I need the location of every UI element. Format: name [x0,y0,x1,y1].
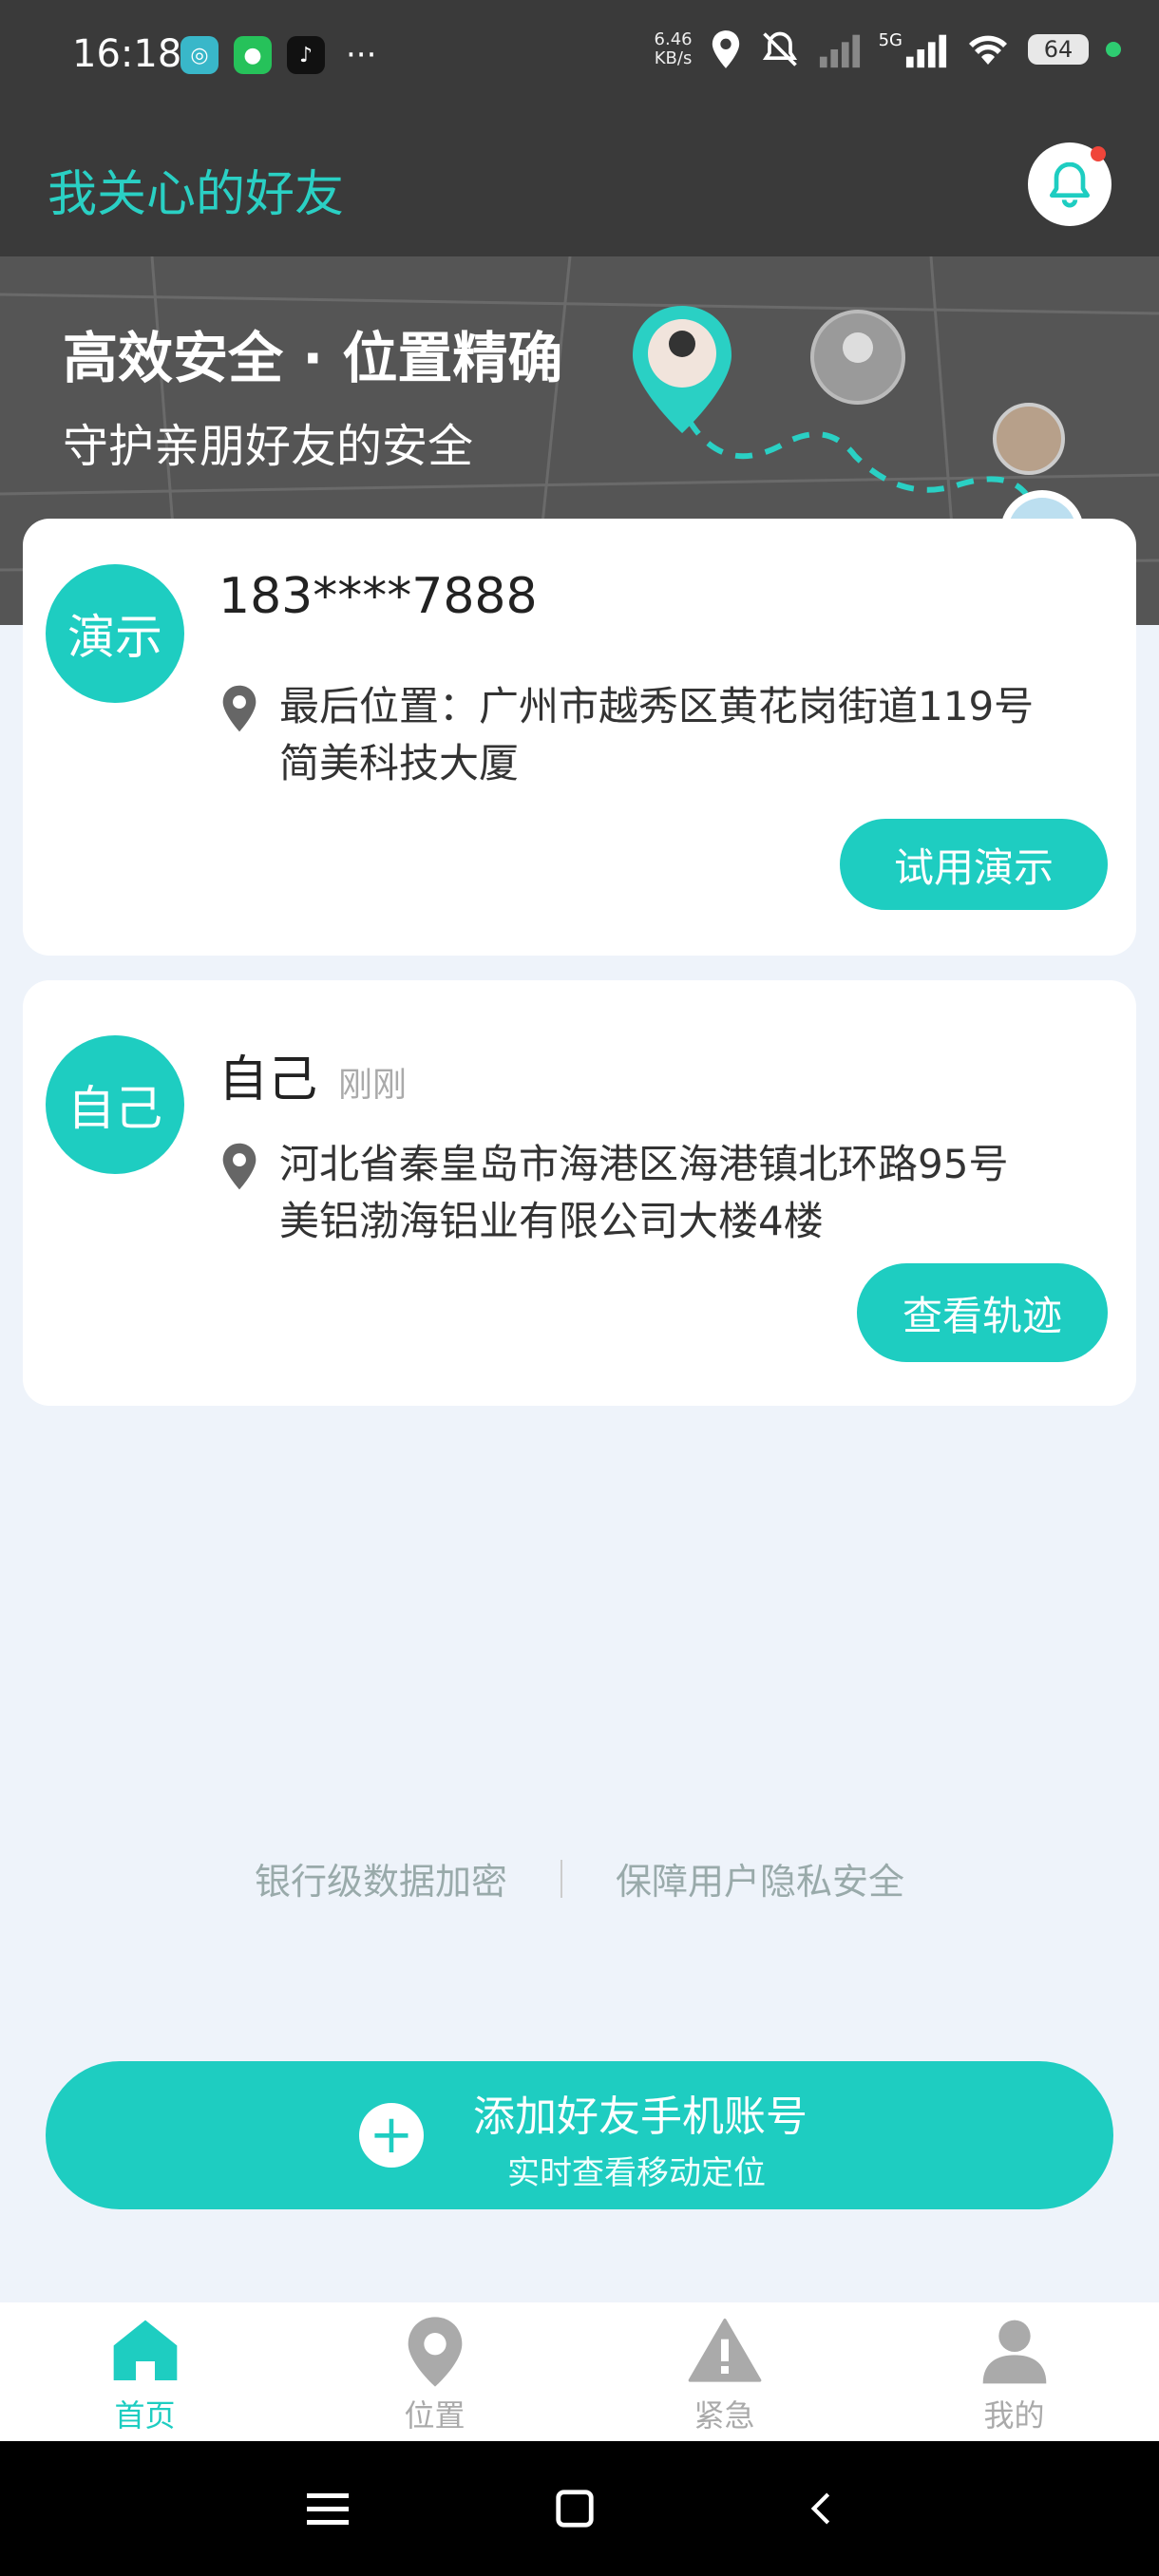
security-left: 银行级数据加密 [254,1861,507,1903]
network-speed: 6.46 KB/s [654,29,693,68]
home-icon [113,2320,177,2380]
status-bar: 16:18 ◎ ● ♪ ··· 6.46 KB/s 5G 64 [0,0,1159,114]
tab-home[interactable]: 首页 [0,2302,290,2441]
avatar: 演示 [46,564,184,703]
add-friend-button[interactable]: + 添加好友手机账号 实时查看移动定位 [46,2061,1113,2209]
banner-subline: 守护亲朋好友的安全 [63,420,474,473]
add-friend-sublabel: 实时查看移动定位 [507,2154,766,2192]
person-icon [982,2320,1046,2384]
last-location: 最后位置：广州市越秀区黄花岗街道119号 简美科技大厦 [218,678,1092,792]
network-type: 5G [878,29,902,50]
location-pin-icon [222,685,256,732]
friend-avatar-icon [993,403,1065,475]
bottom-tab-bar: 首页 位置 紧急 我的 [0,2302,1159,2441]
address-line: 简美科技大厦 [279,740,520,786]
security-note: 银行级数据加密 保障用户隐私安全 [0,1852,1159,1904]
signal-sim1-icon [819,34,860,68]
address-line: 美铝渤海铝业有限公司大楼4楼 [279,1198,824,1244]
system-nav-bar [0,2441,1159,2576]
last-update-time: 刚刚 [338,1066,408,1105]
location-pin-icon [222,1143,256,1190]
wechat-icon: ● [234,36,272,74]
add-friend-label: 添加好友手机账号 [473,2093,808,2141]
battery-indicator: 64 [1028,34,1089,65]
signal-sim2-icon [905,34,947,68]
address-line: 河北省秦皇岛市海港区海港镇北环路95号 [279,1141,1009,1187]
notification-badge [1091,146,1106,161]
tiktok-icon: ♪ [287,36,325,74]
back-icon [810,2492,830,2525]
security-right: 保障用户隐私安全 [616,1861,905,1903]
app-header: 我关心的好友 [0,114,1159,256]
tab-emergency[interactable]: 紧急 [580,2302,869,2441]
tab-label: 紧急 [694,2397,755,2434]
camera-dot [1106,42,1121,57]
status-time: 16:18 [72,32,182,76]
divider [560,1859,562,1898]
menu-button[interactable] [294,2479,361,2538]
address-line: 最后位置：广州市越秀区黄花岗街道119号 [279,683,1035,729]
tab-location[interactable]: 位置 [290,2302,580,2441]
wifi-icon [969,35,1007,65]
try-demo-button[interactable]: 试用演示 [840,819,1108,910]
last-location: 河北省秦皇岛市海港区海港镇北环路95号 美铝渤海铝业有限公司大楼4楼 [218,1136,1092,1250]
more-notifications-icon: ··· [346,36,377,74]
friend-name: 自己 [218,1051,318,1108]
tab-profile[interactable]: 我的 [869,2302,1159,2441]
square-icon [556,2490,594,2528]
menu-icon [307,2493,349,2525]
tab-label: 首页 [114,2397,176,2434]
location-icon [408,2317,462,2387]
notification-button[interactable] [1028,142,1112,226]
banner-headline: 高效安全 · 位置精确 [63,326,563,390]
friend-name-row: 自己 刚刚 [218,1039,407,1110]
mute-icon [762,31,797,66]
friend-phone: 183****7888 [218,568,538,625]
friend-card-self[interactable]: 自己 自己 刚刚 河北省秦皇岛市海港区海港镇北环路95号 美铝渤海铝业有限公司大楼… [23,980,1136,1406]
tab-label: 位置 [404,2397,466,2434]
home-nav-button[interactable] [542,2479,608,2538]
app-notification-icon: ◎ [180,36,218,74]
friend-card-demo[interactable]: 演示 183****7888 最后位置：广州市越秀区黄花岗街道119号 简美科技… [23,519,1136,956]
bell-icon [1050,161,1090,208]
warning-icon [688,2319,761,2382]
view-track-button[interactable]: 查看轨迹 [857,1263,1108,1362]
back-button[interactable] [788,2479,855,2538]
location-status-icon [712,30,739,68]
plus-icon: + [359,2103,424,2168]
avatar: 自己 [46,1035,184,1174]
status-app-icons: ◎ ● ♪ ··· [180,36,376,74]
status-indicators: 6.46 KB/s 5G 64 [655,28,1121,70]
page-title: 我关心的好友 [48,166,345,223]
tab-label: 我的 [983,2397,1045,2434]
